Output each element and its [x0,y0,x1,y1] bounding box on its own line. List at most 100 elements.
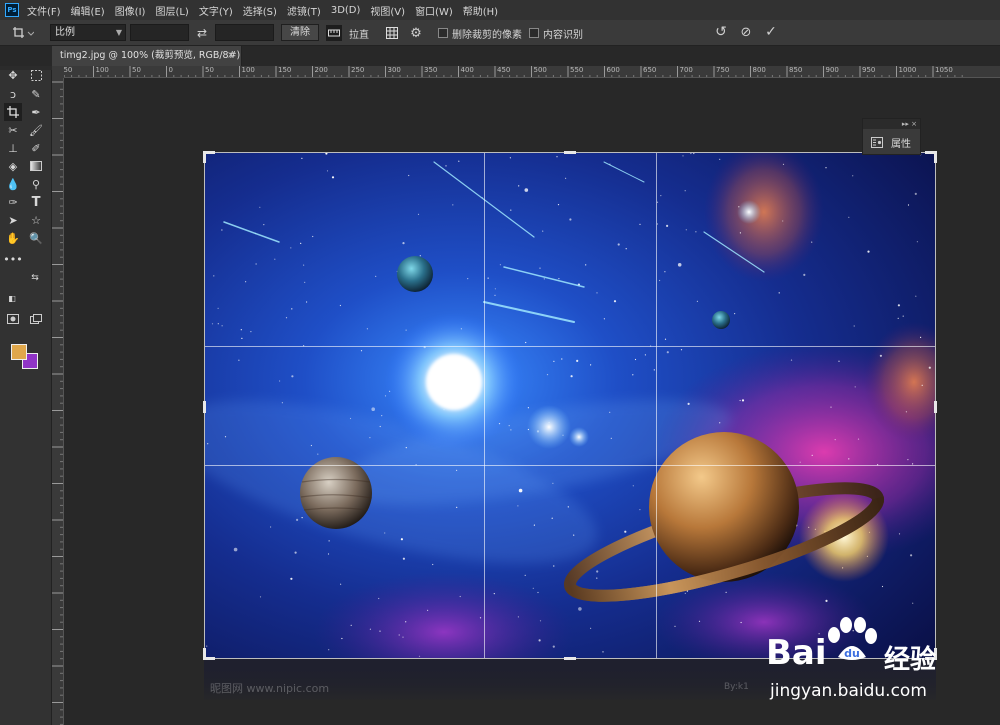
ruler-tick-label: 850 [789,66,803,74]
menu-select[interactable]: 选择(S) [243,3,277,18]
quick-mask-icon[interactable] [4,310,22,328]
type-tool-icon[interactable]: T [27,193,45,211]
watermark-url: jingyan.baidu.com [770,681,927,701]
straighten-label[interactable]: 拉直 [349,26,369,41]
height-ratio-input[interactable] [215,24,274,41]
crop-tool-icon[interactable] [4,103,22,121]
swap-colors-icon[interactable]: ⇆ [29,272,41,284]
content-aware-label: 内容识别 [543,30,583,41]
more-tools-icon[interactable]: ••• [3,250,22,268]
delete-cropped-label: 删除裁剪的像素 [452,30,522,41]
ruler-tick-label: 50 [205,66,214,74]
ruler-tick-label: 150 [278,66,292,74]
pen-tool-icon[interactable]: ✑ [4,193,22,211]
ruler-tick-label: 750 [716,66,730,74]
vertical-ruler[interactable] [52,78,64,725]
gradient-tool-icon[interactable] [27,157,45,175]
ruler-tick-label: 350 [424,66,438,74]
menu-layer[interactable]: 图层(L) [155,3,188,18]
default-colors-icon[interactable]: ◧ [6,292,18,304]
dodge-tool-icon[interactable]: ⚲ [27,175,45,193]
menu-window[interactable]: 窗口(W) [415,3,453,18]
ruler-tick-label: 700 [679,66,693,74]
crop-tool-preset-icon[interactable] [10,25,36,41]
menu-help[interactable]: 帮助(H) [463,3,498,18]
photoshop-logo-icon[interactable]: Ps [5,3,19,17]
menu-3d[interactable]: 3D(D) [331,5,361,16]
ruler-tick-label: 600 [606,66,620,74]
tools-panel: ✥ ↄ ✎ ✒ ✂ 🖌 ⊥ ✐ ◈ 💧 ⚲ ✑ T ➤ ☆ ✋ 🔍 ••• ⇆ … [0,66,52,725]
lasso-tool-icon[interactable]: ↄ [4,85,22,103]
cancel-icon[interactable]: ⊘ [738,24,754,40]
eyedropper-tool-icon[interactable]: ✒ [27,103,45,121]
history-brush-tool-icon[interactable]: ✐ [27,139,45,157]
ruler-tick-label: 650 [643,66,657,74]
ruler-tick-label: 1050 [935,66,953,74]
ratio-select-value: 比例 [55,27,75,38]
eraser-tool-icon[interactable]: ◈ [4,157,22,175]
menu-bar: Ps 文件(F) 编辑(E) 图像(I) 图层(L) 文字(Y) 选择(S) 滤… [0,0,1000,20]
commit-checkmark-icon[interactable]: ✓ [763,24,779,40]
blur-tool-icon[interactable]: 💧 [4,175,22,193]
delete-cropped-checkbox[interactable] [438,28,448,38]
quick-select-tool-icon[interactable]: ✎ [27,85,45,103]
ratio-select[interactable]: 比例 ▼ [50,24,126,41]
document-tab-title: timg2.jpg @ 100% (裁剪预览, RGB/8#) [60,50,241,61]
chevron-down-icon: ▼ [115,28,122,37]
properties-panel: ▸▸ × 属性 [862,118,921,155]
ruler-tick-label: 800 [752,66,766,74]
menu-edit[interactable]: 编辑(E) [71,3,105,18]
zoom-tool-icon[interactable]: 🔍 [27,229,45,247]
reset-icon[interactable]: ↺ [713,24,729,40]
brush-tool-icon[interactable]: 🖌 [27,121,45,139]
menu-type[interactable]: 文字(Y) [199,3,233,18]
properties-icon [871,136,883,148]
ruler-tick-label: 450 [497,66,511,74]
ruler-tick-label: 900 [825,66,839,74]
document-tab-bar: timg2.jpg @ 100% (裁剪预览, RGB/8#) × [52,46,1000,66]
hand-tool-icon[interactable]: ✋ [4,229,22,247]
document-tab[interactable]: timg2.jpg @ 100% (裁剪预览, RGB/8#) × [52,46,242,66]
overlay-grid-icon[interactable] [384,25,400,41]
shape-tool-icon[interactable]: ☆ [27,211,45,229]
watermark-brand: Bai [766,633,827,673]
path-select-tool-icon[interactable]: ➤ [4,211,22,229]
ruler-tick-label: 1000 [898,66,917,74]
foreground-color-swatch[interactable] [11,344,27,360]
menu-image[interactable]: 图像(I) [115,3,146,18]
horizontal-ruler[interactable]: 1501005005010015020025030035040045050055… [64,66,1000,78]
ruler-tick-label: 500 [533,66,547,74]
content-aware-checkbox[interactable] [529,28,539,38]
menu-file[interactable]: 文件(F) [27,3,61,18]
ruler-tick-label: 0 [168,66,173,74]
screen-mode-icon[interactable] [27,310,45,328]
menu-filter[interactable]: 滤镜(T) [287,3,321,18]
clear-button[interactable]: 清除 [281,24,319,41]
straighten-icon[interactable] [326,25,342,41]
ruler-corner[interactable] [52,66,64,78]
move-tool-icon[interactable]: ✥ [4,66,22,84]
watermark-cn: 经验 [884,645,937,675]
close-icon[interactable]: × [227,46,235,66]
width-ratio-input[interactable] [130,24,189,41]
ruler-tick-label: 550 [570,66,584,74]
healing-tool-icon[interactable]: ✂ [4,121,22,139]
canvas-bottom-right-text: By:k1 [724,682,749,692]
baidu-jingyan-watermark: du Bai du 经验 jingyan.baidu.com [764,617,994,713]
menu-view[interactable]: 视图(V) [370,3,405,18]
properties-panel-button[interactable]: 属性 [863,129,920,155]
ruler-tick-label: 250 [351,66,365,74]
ruler-tick-label: 400 [460,66,474,74]
ruler-tick-label: 200 [314,66,328,74]
ruler-tick-label: 150 [64,66,73,74]
properties-label: 属性 [891,138,911,150]
gear-icon[interactable]: ⚙ [408,25,424,41]
swap-icon[interactable]: ⇄ [195,25,209,41]
canvas-bottom-left-text: 昵图网 www.nipic.com [210,682,330,695]
marquee-tool-icon[interactable] [27,66,45,84]
panel-controls[interactable]: ▸▸ × [863,119,920,129]
stamp-tool-icon[interactable]: ⊥ [4,139,22,157]
ruler-tick-label: 50 [132,66,141,74]
ruler-tick-label: 100 [241,66,255,74]
ruler-tick-label: 300 [387,66,401,74]
